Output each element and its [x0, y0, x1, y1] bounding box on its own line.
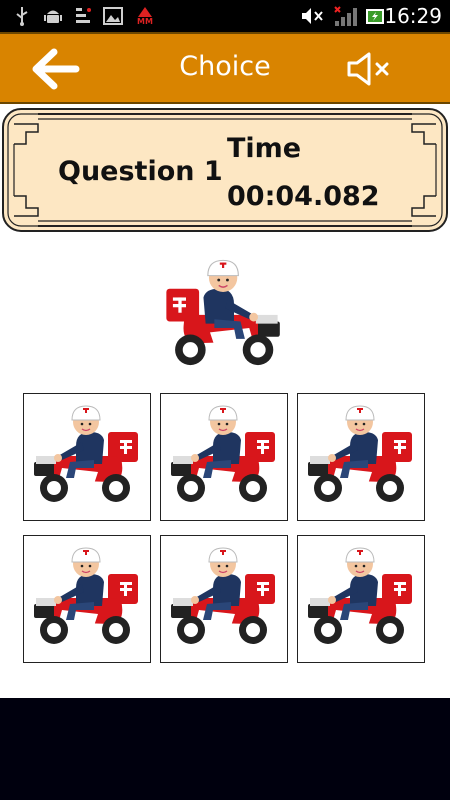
choice-3[interactable]	[297, 393, 425, 521]
choice-4[interactable]	[23, 535, 151, 663]
battery-icon	[364, 6, 386, 26]
target-image	[162, 252, 282, 380]
time-label: Time	[227, 133, 302, 164]
postman-scooter-illustration	[170, 405, 276, 503]
choice-1[interactable]	[23, 393, 151, 521]
sound-toggle-button[interactable]	[345, 50, 399, 88]
status-bar: MM 16:29	[0, 0, 450, 32]
postman-scooter-illustration	[33, 547, 139, 645]
choice-6[interactable]	[297, 535, 425, 663]
postman-scooter-target-illustration	[165, 259, 281, 366]
postman-scooter-illustration	[170, 547, 276, 645]
signal-icon	[332, 6, 360, 26]
app-header: Choice	[0, 32, 450, 104]
postman-scooter-illustration	[307, 405, 413, 503]
postman-scooter-illustration	[307, 547, 413, 645]
time-value: 00:04.082	[227, 181, 380, 212]
image-icon	[102, 6, 124, 26]
speaker-muted-icon	[347, 52, 389, 86]
question-label: Question 1	[58, 156, 223, 187]
choice-5[interactable]	[160, 535, 288, 663]
status-time: 16:29	[384, 4, 442, 28]
usb-icon	[12, 6, 32, 26]
android-debug-icon	[42, 6, 64, 26]
bottom-bar	[0, 698, 450, 800]
file-transfer-icon	[72, 6, 94, 26]
mm-label: MM	[137, 16, 153, 26]
game-area: Question 1 Time 00:04.082	[0, 104, 450, 698]
info-panel: Question 1 Time 00:04.082	[2, 108, 448, 232]
mm-app-icon: MM	[132, 6, 158, 26]
postman-scooter-illustration	[33, 405, 139, 503]
choice-2[interactable]	[160, 393, 288, 521]
muted-speaker-icon	[300, 6, 326, 26]
